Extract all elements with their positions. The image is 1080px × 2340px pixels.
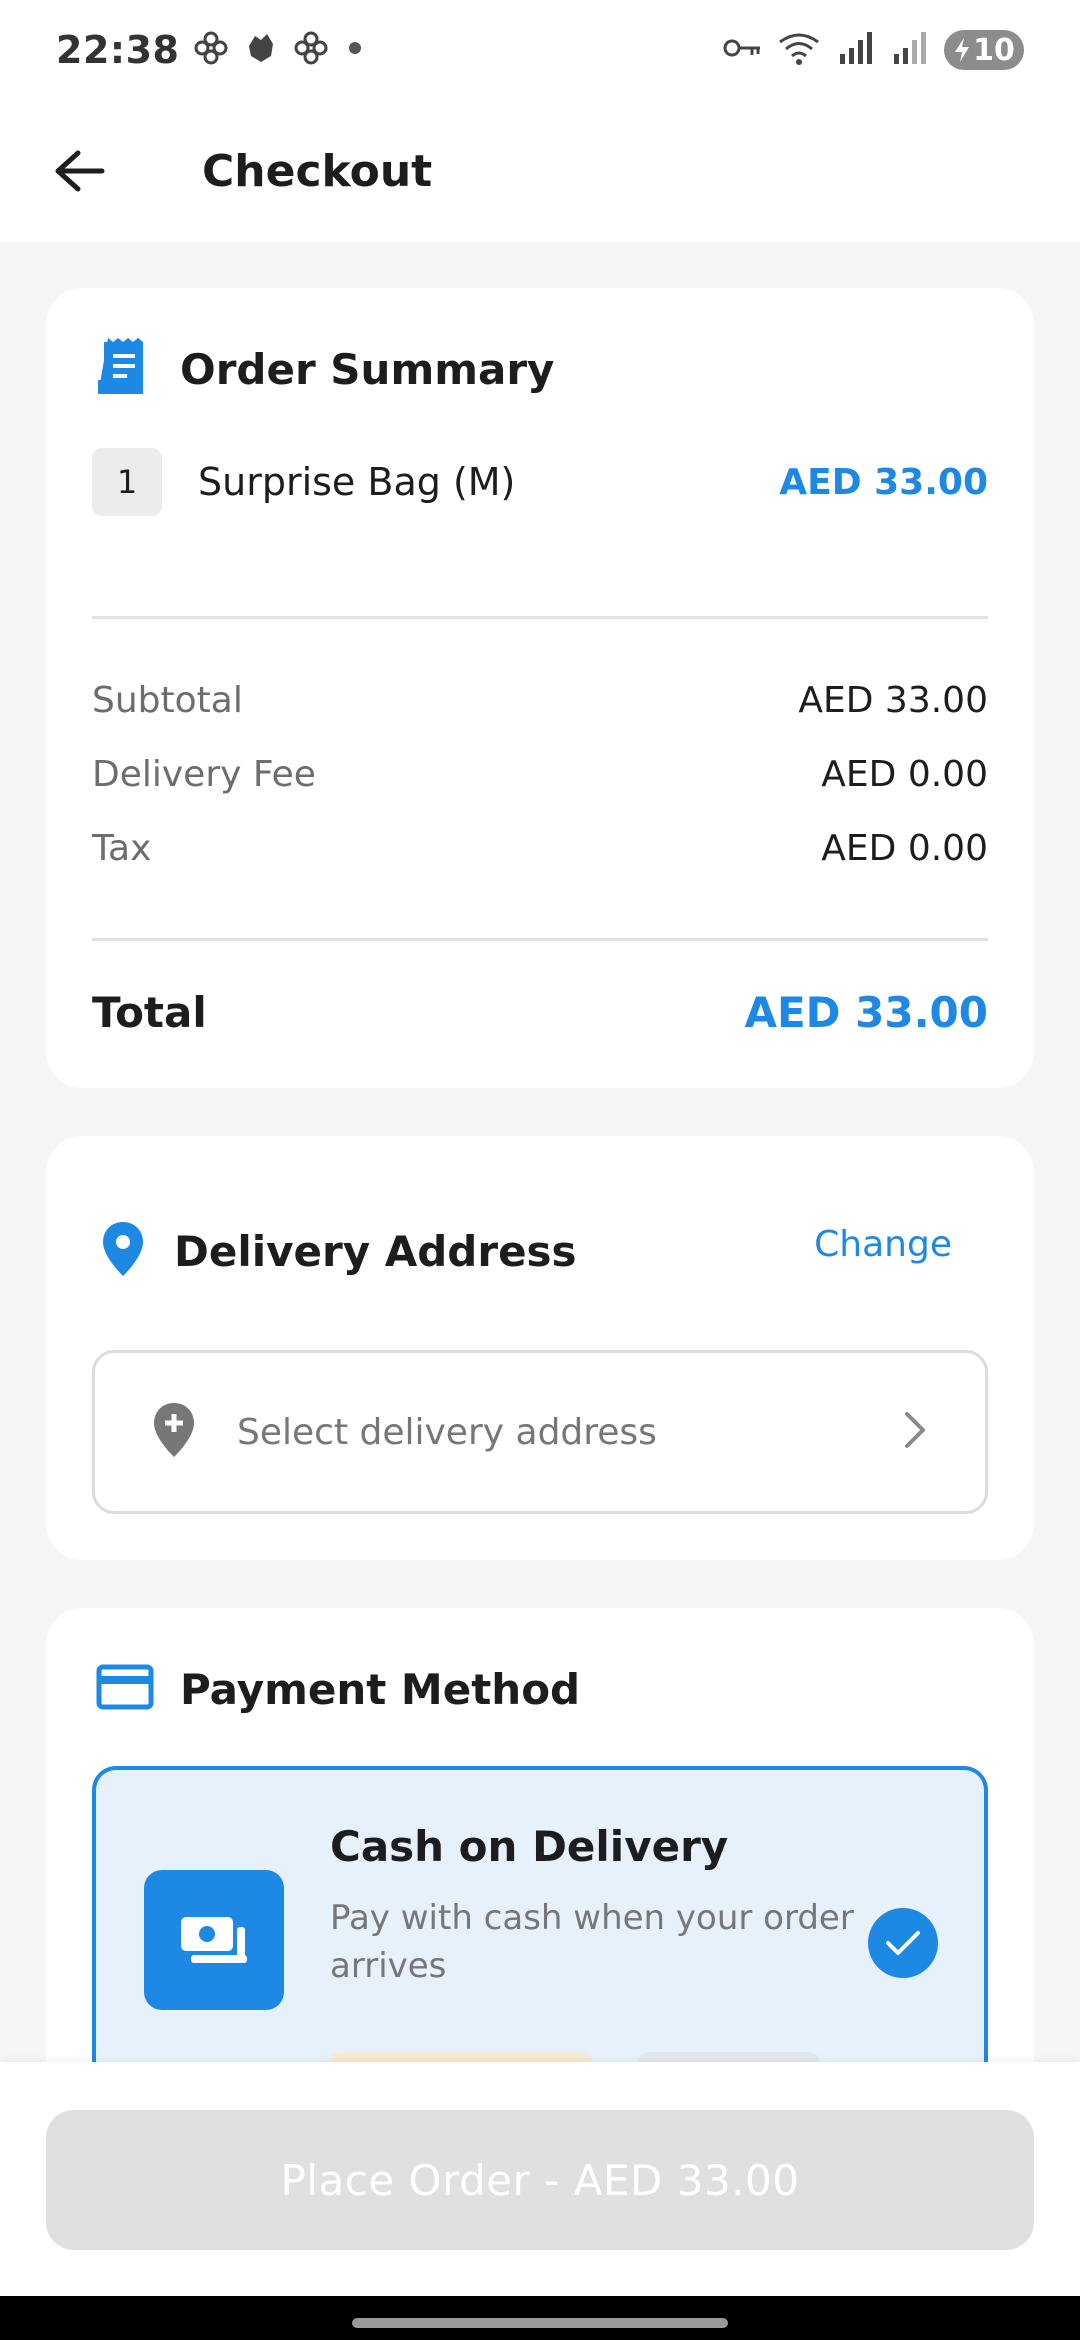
item-name: Surprise Bag (M) (198, 460, 516, 504)
divider (92, 938, 988, 941)
total-row: Total AED 33.00 (92, 988, 988, 1037)
address-placeholder: Select delivery address (237, 1411, 657, 1453)
status-bar: 22:38 10 (0, 0, 1080, 100)
tax-row: Tax AED 0.00 (92, 828, 988, 869)
delivery-address-title: Delivery Address (174, 1226, 577, 1276)
total-label: Total (92, 988, 207, 1037)
chevron-right-icon (903, 1410, 929, 1454)
delivery-fee-label: Delivery Fee (92, 754, 316, 795)
cash-on-delivery-option[interactable]: Cash on Delivery Pay with cash when your… (92, 1766, 988, 2108)
receipt-icon (96, 336, 150, 402)
tax-value: AED 0.00 (821, 828, 988, 869)
item-price: AED 33.00 (779, 461, 988, 503)
add-location-icon (151, 1401, 197, 1463)
bottom-action-bar: Place Order - AED 33.00 (0, 2062, 1080, 2296)
check-icon (868, 1908, 938, 1978)
system-navigation-bar (0, 2296, 1080, 2340)
leaf-icon (243, 30, 279, 70)
place-order-button[interactable]: Place Order - AED 33.00 (46, 2110, 1034, 2250)
flower-icon (193, 30, 229, 70)
signal-icon (890, 30, 930, 70)
payment-method-title: Payment Method (180, 1664, 581, 1714)
location-pin-icon (100, 1220, 146, 1282)
list-item: 1 Surprise Bag (M) AED 33.00 (92, 448, 988, 516)
payment-method-card: Payment Method Cash on Delivery Pay with… (46, 1608, 1034, 2108)
item-quantity: 1 (92, 448, 162, 516)
select-address-button[interactable]: Select delivery address (92, 1350, 988, 1514)
flower-icon (293, 30, 329, 70)
tax-label: Tax (92, 828, 152, 869)
change-address-link[interactable]: Change (814, 1224, 952, 1265)
battery-level: 10 (973, 32, 1015, 68)
key-icon (722, 33, 762, 67)
signal-icon (836, 30, 876, 70)
cash-icon (144, 1870, 284, 2010)
delivery-address-card: Delivery Address Change Select delivery … (46, 1136, 1034, 1560)
total-value: AED 33.00 (744, 988, 988, 1037)
page-title: Checkout (202, 145, 433, 197)
divider (92, 616, 988, 619)
home-indicator[interactable] (352, 2318, 728, 2328)
delivery-fee-value: AED 0.00 (821, 754, 988, 795)
delivery-fee-row: Delivery Fee AED 0.00 (92, 754, 988, 795)
arrow-left-icon (55, 150, 105, 192)
dot-icon (343, 36, 367, 64)
payment-option-title: Cash on Delivery (330, 1822, 729, 1871)
order-summary-card: Order Summary 1 Surprise Bag (M) AED 33.… (46, 288, 1034, 1088)
subtotal-row: Subtotal AED 33.00 (92, 680, 988, 721)
wifi-icon (776, 30, 822, 70)
payment-option-description: Pay with cash when your order arrives (330, 1898, 854, 1986)
credit-card-icon (96, 1664, 154, 1714)
subtotal-label: Subtotal (92, 680, 243, 721)
subtotal-value: AED 33.00 (798, 680, 988, 721)
battery-icon: 10 (944, 30, 1024, 70)
back-button[interactable] (30, 121, 130, 221)
order-summary-title: Order Summary (180, 344, 555, 394)
app-bar: Checkout (0, 100, 1080, 242)
status-time: 22:38 (56, 28, 180, 72)
